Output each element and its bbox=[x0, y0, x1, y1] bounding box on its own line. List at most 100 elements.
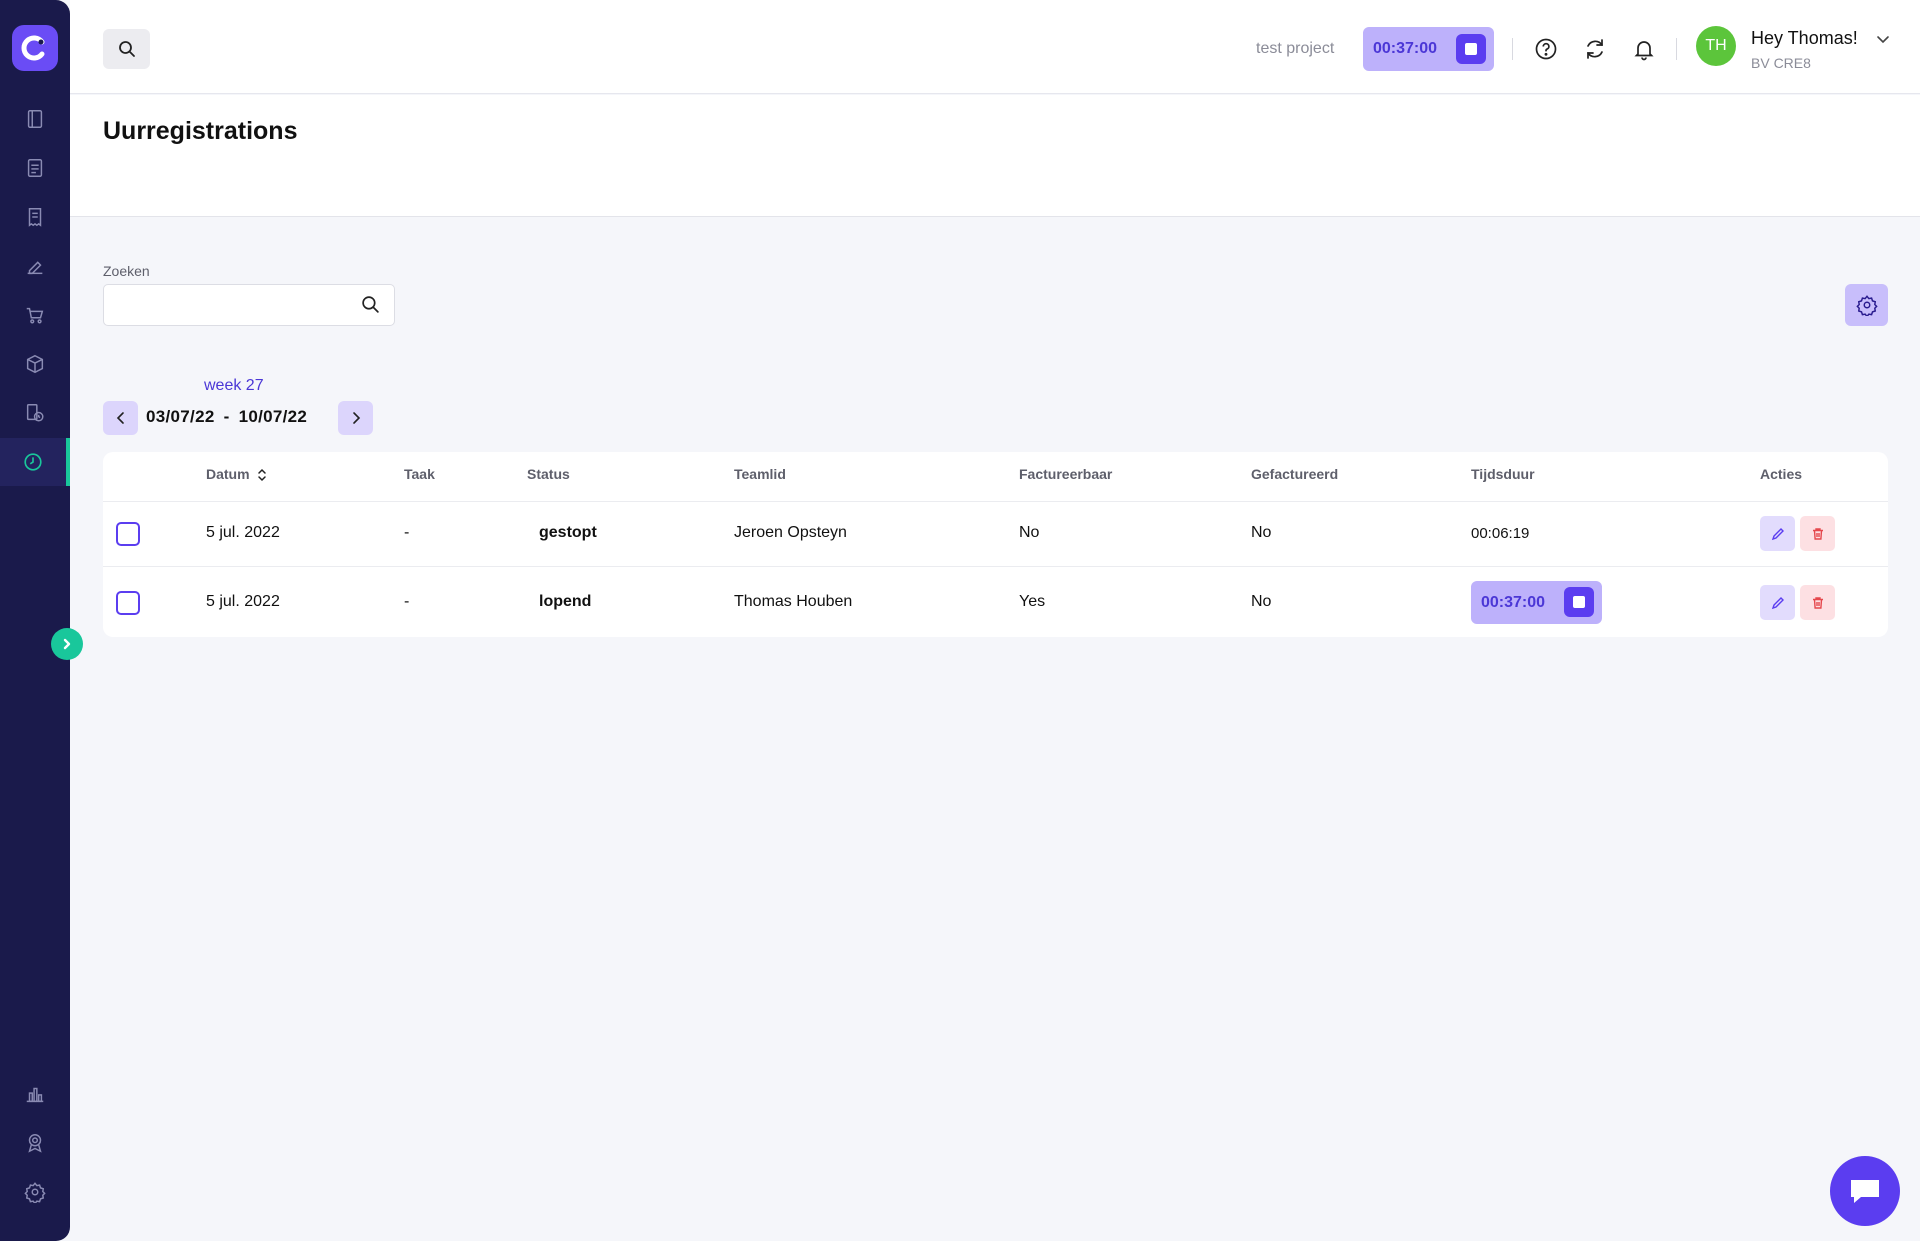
help-icon bbox=[1535, 38, 1557, 60]
chevron-right-icon bbox=[352, 412, 360, 424]
sidebar-item-book[interactable] bbox=[0, 95, 70, 143]
row-divider bbox=[103, 566, 1888, 567]
sidebar-item-achievements[interactable] bbox=[0, 1119, 70, 1167]
sidebar-item-purchases[interactable] bbox=[0, 291, 70, 339]
receipt-icon bbox=[28, 208, 42, 227]
cell-status: gestopt bbox=[539, 524, 597, 541]
help-button[interactable] bbox=[1533, 36, 1559, 62]
row-divider bbox=[103, 501, 1888, 502]
stop-timer-button[interactable] bbox=[1456, 34, 1486, 64]
cell-teamlid: Thomas Houben bbox=[734, 593, 853, 610]
column-header-taak: Taak bbox=[404, 466, 435, 482]
stop-icon bbox=[1573, 596, 1585, 608]
sidebar bbox=[0, 0, 70, 1241]
refresh-icon bbox=[1587, 39, 1603, 59]
chevron-left-icon bbox=[116, 412, 124, 424]
chevron-down-icon[interactable] bbox=[1876, 32, 1890, 46]
week-end-date: 10/07/22 bbox=[238, 407, 308, 426]
pencil-icon bbox=[1771, 596, 1784, 609]
cell-taak: - bbox=[404, 524, 410, 541]
box-icon bbox=[26, 354, 44, 374]
bell-icon bbox=[1634, 41, 1654, 61]
search-icon[interactable] bbox=[361, 295, 380, 314]
company-name: BV CRE8 bbox=[1751, 55, 1811, 71]
running-timer[interactable]: 00:37:00 bbox=[1471, 581, 1602, 624]
cell-factureerbaar: Yes bbox=[1019, 593, 1046, 610]
week-date-range: 03/07/22 - 10/07/22 bbox=[146, 407, 307, 427]
sort-icon[interactable] bbox=[257, 468, 267, 482]
sidebar-expand-button[interactable] bbox=[51, 628, 83, 660]
document-icon bbox=[27, 159, 43, 177]
delete-button[interactable] bbox=[1800, 516, 1835, 551]
sidebar-item-products[interactable] bbox=[0, 340, 70, 388]
active-project-name[interactable]: test project bbox=[1256, 40, 1334, 58]
week-start-date: 03/07/22 bbox=[146, 407, 215, 426]
trash-icon bbox=[1812, 596, 1823, 609]
chevron-right-icon bbox=[63, 638, 71, 650]
sidebar-item-time-tracking[interactable] bbox=[0, 438, 70, 486]
date-separator: - bbox=[223, 407, 230, 426]
row-select-checkbox[interactable] bbox=[116, 522, 140, 546]
chat-icon bbox=[1851, 1180, 1879, 1203]
page-title: Uurregistrations bbox=[103, 117, 298, 145]
invoice-clock-icon bbox=[26, 404, 44, 422]
row-select-checkbox[interactable] bbox=[116, 591, 140, 615]
avatar[interactable]: TH bbox=[1696, 26, 1736, 66]
stop-timer-button[interactable] bbox=[1564, 587, 1594, 617]
column-header-status: Status bbox=[527, 466, 570, 482]
week-label: week 27 bbox=[204, 377, 264, 394]
cell-gefactureerd: No bbox=[1251, 593, 1272, 610]
column-header-factureerbaar: Factureerbaar bbox=[1019, 466, 1113, 482]
search-icon bbox=[118, 41, 135, 57]
search-input[interactable] bbox=[103, 284, 395, 326]
book-icon bbox=[27, 110, 43, 128]
running-timer[interactable]: 00:37:00 bbox=[1363, 27, 1494, 71]
column-header-acties: Acties bbox=[1760, 466, 1803, 482]
award-icon bbox=[28, 1134, 42, 1153]
cell-factureerbaar: No bbox=[1019, 524, 1040, 541]
next-week-button[interactable] bbox=[338, 401, 373, 435]
cell-datum: 5 jul. 2022 bbox=[206, 593, 280, 610]
column-header-datum[interactable]: Datum bbox=[206, 466, 267, 482]
user-greeting[interactable]: Hey Thomas! bbox=[1751, 28, 1858, 49]
clock-icon bbox=[24, 453, 42, 471]
refresh-button[interactable] bbox=[1582, 36, 1608, 62]
timer-value: 00:37:00 bbox=[1373, 40, 1438, 57]
previous-week-button[interactable] bbox=[103, 401, 138, 435]
cell-tijdsduur: 00:06:19 bbox=[1471, 525, 1530, 542]
cell-datum: 5 jul. 2022 bbox=[206, 524, 280, 541]
column-header-gefactureerd: Gefactureerd bbox=[1251, 466, 1339, 482]
edit-button[interactable] bbox=[1760, 585, 1795, 620]
notifications-button[interactable] bbox=[1631, 36, 1657, 62]
sidebar-item-documents[interactable] bbox=[0, 144, 70, 192]
divider bbox=[1676, 38, 1677, 60]
gear-icon bbox=[1855, 295, 1878, 316]
edit-button[interactable] bbox=[1760, 516, 1795, 551]
table-settings-button[interactable] bbox=[1845, 284, 1888, 326]
column-header-label: Datum bbox=[206, 466, 250, 482]
sidebar-item-reports[interactable] bbox=[0, 1070, 70, 1118]
global-search-button[interactable] bbox=[103, 29, 150, 69]
gear-icon bbox=[24, 1182, 46, 1203]
column-header-teamlid: Teamlid bbox=[734, 466, 786, 482]
sidebar-item-settings[interactable] bbox=[0, 1168, 70, 1216]
sidebar-item-quotes[interactable] bbox=[0, 242, 70, 290]
divider bbox=[1512, 38, 1513, 60]
app-logo[interactable] bbox=[12, 25, 58, 71]
search-label: Zoeken bbox=[103, 263, 150, 279]
cell-status: lopend bbox=[539, 593, 592, 610]
delete-button[interactable] bbox=[1800, 585, 1835, 620]
cell-gefactureerd: No bbox=[1251, 524, 1272, 541]
sidebar-item-receipts[interactable] bbox=[0, 193, 70, 241]
time-entries-table bbox=[103, 452, 1888, 637]
timer-value: 00:37:00 bbox=[1481, 593, 1546, 611]
top-header: test project 00:37:00 TH Hey Thomas! BV … bbox=[70, 0, 1920, 94]
column-header-tijdsduur: Tijdsduur bbox=[1471, 466, 1535, 482]
page-header: Uurregistrations bbox=[70, 95, 1920, 217]
stop-icon bbox=[1465, 43, 1477, 55]
chat-support-button[interactable] bbox=[1830, 1156, 1900, 1226]
edit-document-icon bbox=[27, 261, 43, 275]
cell-teamlid: Jeroen Opsteyn bbox=[734, 524, 847, 541]
sidebar-item-invoices[interactable] bbox=[0, 389, 70, 437]
pencil-icon bbox=[1771, 527, 1784, 540]
